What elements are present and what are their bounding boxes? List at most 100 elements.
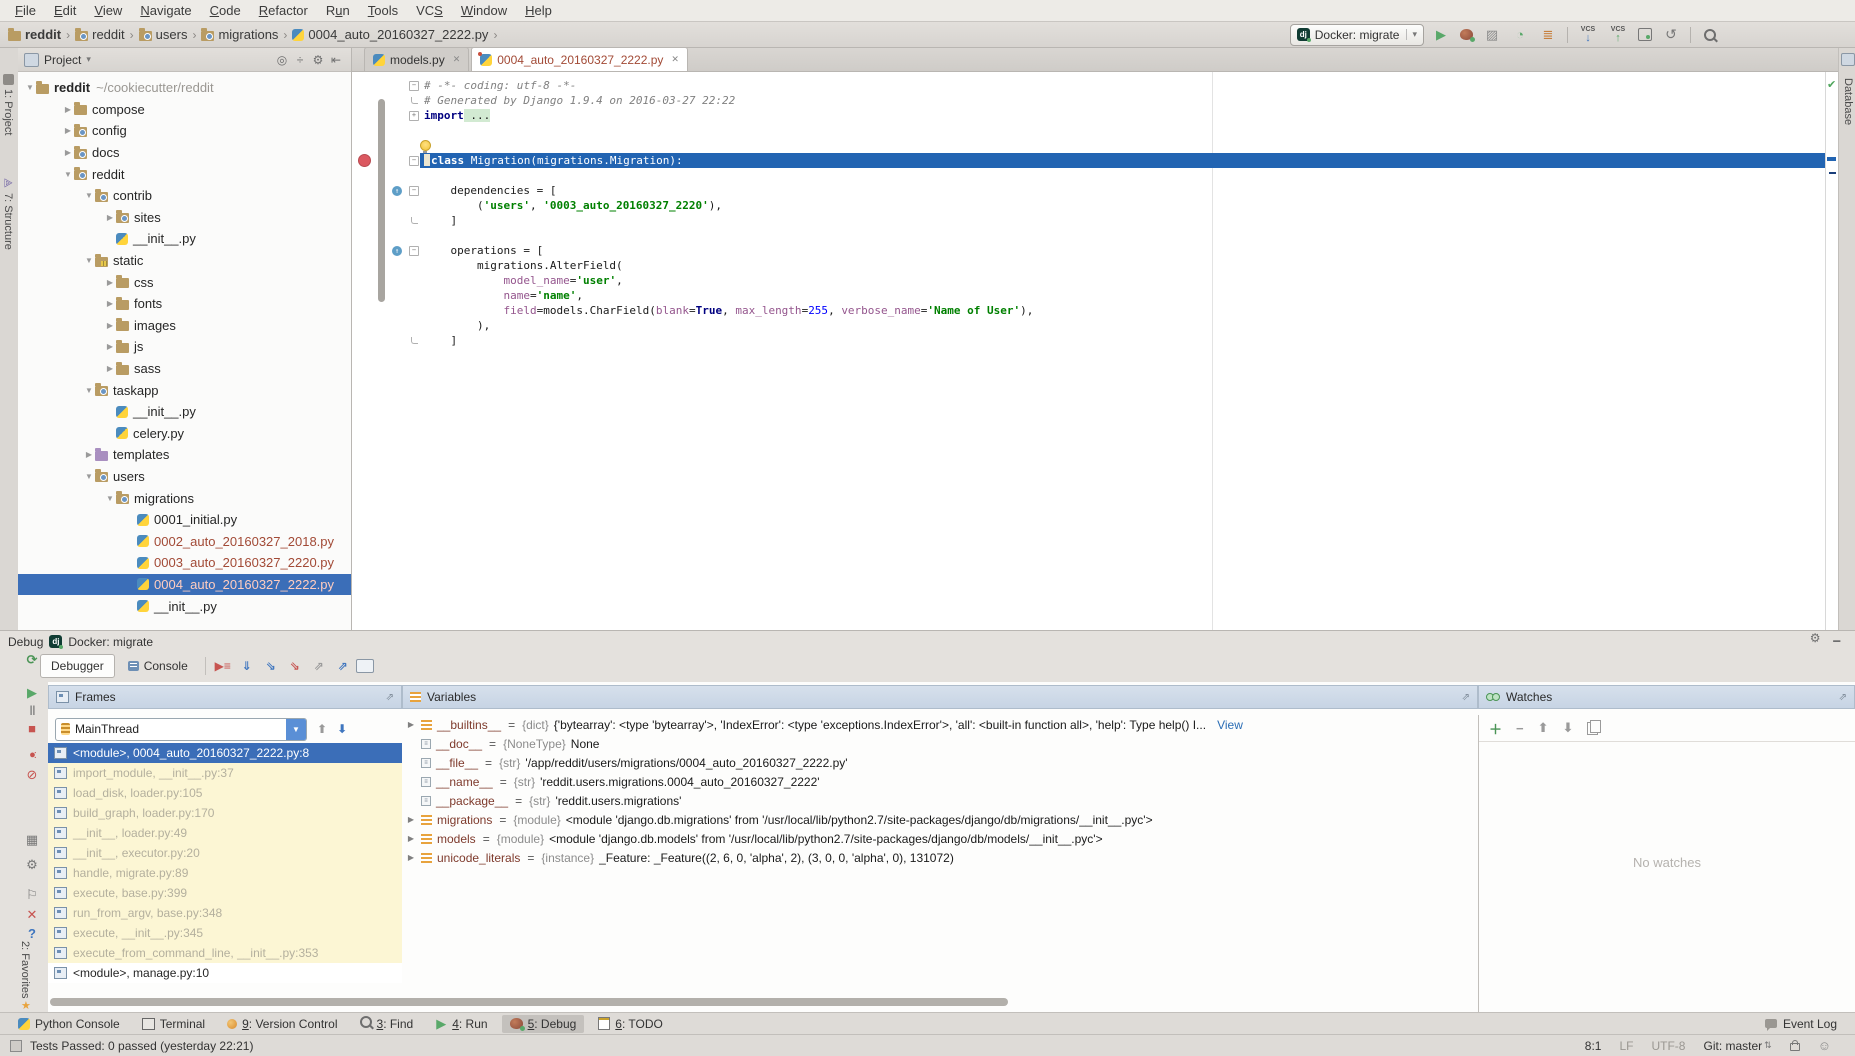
code-line-10[interactable]: ] bbox=[352, 213, 1826, 228]
tree-item-compose[interactable]: ▶compose bbox=[18, 99, 351, 121]
toolwindow-button-9-version-control[interactable]: 9: Version Control bbox=[219, 1015, 345, 1033]
hector-icon[interactable]: ☺ bbox=[1818, 1038, 1831, 1053]
code-line-18[interactable]: ] bbox=[352, 333, 1826, 348]
frame-row[interactable]: handle, migrate.py:89 bbox=[48, 863, 402, 883]
fold-expand-icon[interactable]: + bbox=[409, 111, 419, 121]
tree-item--init-py[interactable]: __init__.py bbox=[18, 228, 351, 250]
remove-watch-button[interactable]: − bbox=[1516, 721, 1524, 736]
restore-layout-button[interactable]: ▦ bbox=[22, 831, 42, 849]
move-down-button[interactable]: ⬇ bbox=[1563, 720, 1574, 736]
code-line-9[interactable]: ('users', '0003_auto_20160327_2220'), bbox=[352, 198, 1826, 213]
code-line-13[interactable]: migrations.AlterField( bbox=[352, 258, 1826, 273]
tab-debugger[interactable]: Debugger bbox=[40, 654, 115, 678]
variable-row-unicodeliterals[interactable]: ▶unicode_literals={instance}_Feature: _F… bbox=[402, 848, 1478, 867]
sidebar-item-favorites[interactable]: 2: Favorites bbox=[19, 941, 31, 998]
chevron-right-icon[interactable]: ▶ bbox=[104, 213, 116, 222]
menu-vcs[interactable]: VCS bbox=[407, 3, 452, 18]
code-line-16[interactable]: field=models.CharField(blank=True, max_l… bbox=[352, 303, 1826, 318]
run-icon[interactable] bbox=[1432, 26, 1450, 44]
menu-help[interactable]: Help bbox=[516, 3, 561, 18]
code-line-2[interactable]: # Generated by Django 1.9.4 on 2016-03-2… bbox=[352, 93, 1826, 108]
evaluate-expression-icon[interactable] bbox=[356, 659, 374, 673]
sidebar-item-project[interactable]: 1: Project bbox=[2, 74, 14, 135]
fold-collapse-icon[interactable]: − bbox=[409, 156, 419, 166]
frame-row[interactable]: __init__, executor.py:20 bbox=[48, 843, 402, 863]
close-button[interactable]: ✕ bbox=[22, 906, 42, 924]
chevron-down-icon[interactable]: ▼ bbox=[24, 83, 36, 92]
fold-collapse-icon[interactable]: − bbox=[409, 186, 419, 196]
frame-row[interactable]: import_module, __init__.py:37 bbox=[48, 763, 402, 783]
code-line-4[interactable] bbox=[352, 123, 1826, 138]
gear-icon[interactable]: ⚙ bbox=[1810, 631, 1821, 652]
variable-row-file[interactable]: ≡__file__={str}'/app/reddit/users/migrat… bbox=[402, 753, 1478, 772]
code-line-3[interactable]: +import ... bbox=[352, 108, 1826, 123]
editor-scrollbar[interactable] bbox=[378, 99, 385, 302]
tree-item-celery-py[interactable]: celery.py bbox=[18, 423, 351, 445]
toolwindow-button-terminal[interactable]: Terminal bbox=[134, 1015, 213, 1033]
frame-row[interactable]: run_from_argv, base.py:348 bbox=[48, 903, 402, 923]
tree-item-contrib[interactable]: ▼contrib bbox=[18, 185, 351, 207]
menu-window[interactable]: Window bbox=[452, 3, 516, 18]
tree-item-0001-initial-py[interactable]: 0001_initial.py bbox=[18, 509, 351, 531]
frame-row[interactable]: <module>, manage.py:10 bbox=[48, 963, 402, 983]
tree-item-templates[interactable]: ▶templates bbox=[18, 444, 351, 466]
run-config-selector[interactable]: dj Docker: migrate ▾ bbox=[1290, 24, 1424, 46]
sidebar-item-structure[interactable]: ⟁7: Structure bbox=[2, 178, 14, 250]
chevron-right-icon[interactable]: ▶ bbox=[104, 278, 116, 287]
step-out-icon[interactable]: ⇗ bbox=[308, 659, 330, 673]
concurrency-icon[interactable] bbox=[1539, 26, 1557, 44]
toolwindow-button-3-find[interactable]: 3: Find bbox=[352, 1014, 422, 1033]
stop-button[interactable]: ■ bbox=[22, 719, 42, 737]
chevron-down-icon[interactable]: ▼ bbox=[104, 494, 116, 503]
tree-item--init-py[interactable]: __init__.py bbox=[18, 595, 351, 617]
code-line-15[interactable]: name='name', bbox=[352, 288, 1826, 303]
next-frame-button[interactable]: ⬇ bbox=[337, 722, 347, 736]
collapse-all-icon[interactable]: ÷ bbox=[291, 53, 309, 67]
tree-item--init-py[interactable]: __init__.py bbox=[18, 401, 351, 423]
menu-navigate[interactable]: Navigate bbox=[131, 3, 200, 18]
tree-item-sites[interactable]: ▶sites bbox=[18, 207, 351, 229]
editor-tab-models-py[interactable]: models.py✕ bbox=[364, 47, 469, 71]
chevron-down-icon[interactable]: ▼ bbox=[83, 472, 95, 481]
chevron-down-icon[interactable]: ▼ bbox=[83, 191, 95, 200]
show-execution-point-icon[interactable]: ▶≡ bbox=[212, 659, 234, 673]
previous-frame-button[interactable]: ⬆ bbox=[317, 722, 327, 736]
fold-collapse-icon[interactable]: − bbox=[409, 81, 419, 91]
close-icon[interactable]: ✕ bbox=[453, 54, 461, 65]
breadcrumb-item[interactable]: users bbox=[139, 27, 188, 42]
float-panel-icon[interactable]: ⇗ bbox=[386, 692, 394, 703]
tree-item-fonts[interactable]: ▶fonts bbox=[18, 293, 351, 315]
status-message[interactable]: Tests Passed: 0 passed (yesterday 22:21) bbox=[30, 1039, 253, 1053]
event-log-button[interactable]: Event Log bbox=[1783, 1017, 1837, 1031]
resume-button[interactable]: ▶ bbox=[22, 684, 42, 702]
menu-code[interactable]: Code bbox=[201, 3, 250, 18]
project-panel-title[interactable]: Project ▾ bbox=[24, 53, 273, 67]
code-line-14[interactable]: model_name='user', bbox=[352, 273, 1826, 288]
view-breakpoints-button[interactable]: ●: bbox=[22, 746, 42, 764]
code-line-17[interactable]: ), bbox=[352, 318, 1826, 333]
frame-row[interactable]: <module>, 0004_auto_20160327_2222.py:8 bbox=[48, 743, 402, 763]
menu-edit[interactable]: Edit bbox=[45, 3, 85, 18]
horizontal-scrollbar[interactable] bbox=[50, 998, 1008, 1006]
tree-item-0004-auto-20160327-2222-py[interactable]: 0004_auto_20160327_2222.py bbox=[18, 574, 351, 596]
frame-row[interactable]: load_disk, loader.py:105 bbox=[48, 783, 402, 803]
tree-item-reddit[interactable]: ▼reddit~/cookiecutter/reddit bbox=[18, 77, 351, 99]
coverage-icon[interactable] bbox=[1483, 26, 1501, 44]
chevron-right-icon[interactable]: ▶ bbox=[104, 342, 116, 351]
execution-line-marker[interactable] bbox=[1827, 157, 1836, 161]
mute-breakpoints-button[interactable]: ⊘ bbox=[22, 766, 42, 784]
chevron-down-icon[interactable]: ▼ bbox=[62, 170, 74, 179]
debug-icon[interactable] bbox=[1460, 29, 1473, 40]
step-over-icon[interactable]: ⇓ bbox=[236, 659, 258, 673]
move-up-button[interactable]: ⬆ bbox=[1538, 720, 1549, 736]
toolwindow-button-python-console[interactable]: Python Console bbox=[10, 1015, 128, 1033]
chevron-right-icon[interactable]: ▶ bbox=[62, 105, 74, 114]
locate-icon[interactable]: ◎ bbox=[273, 53, 291, 67]
step-into-icon[interactable]: ⇘ bbox=[260, 659, 282, 673]
rollback-icon[interactable] bbox=[1662, 26, 1680, 44]
expand-icon[interactable]: ▶ bbox=[406, 853, 416, 862]
vcs-update-icon[interactable]: VCS↓ bbox=[1578, 26, 1598, 44]
variable-row-models[interactable]: ▶models={module}<module 'django.db.model… bbox=[402, 829, 1478, 848]
add-watch-button[interactable]: ＋ bbox=[1489, 719, 1502, 738]
tree-item-sass[interactable]: ▶sass bbox=[18, 358, 351, 380]
